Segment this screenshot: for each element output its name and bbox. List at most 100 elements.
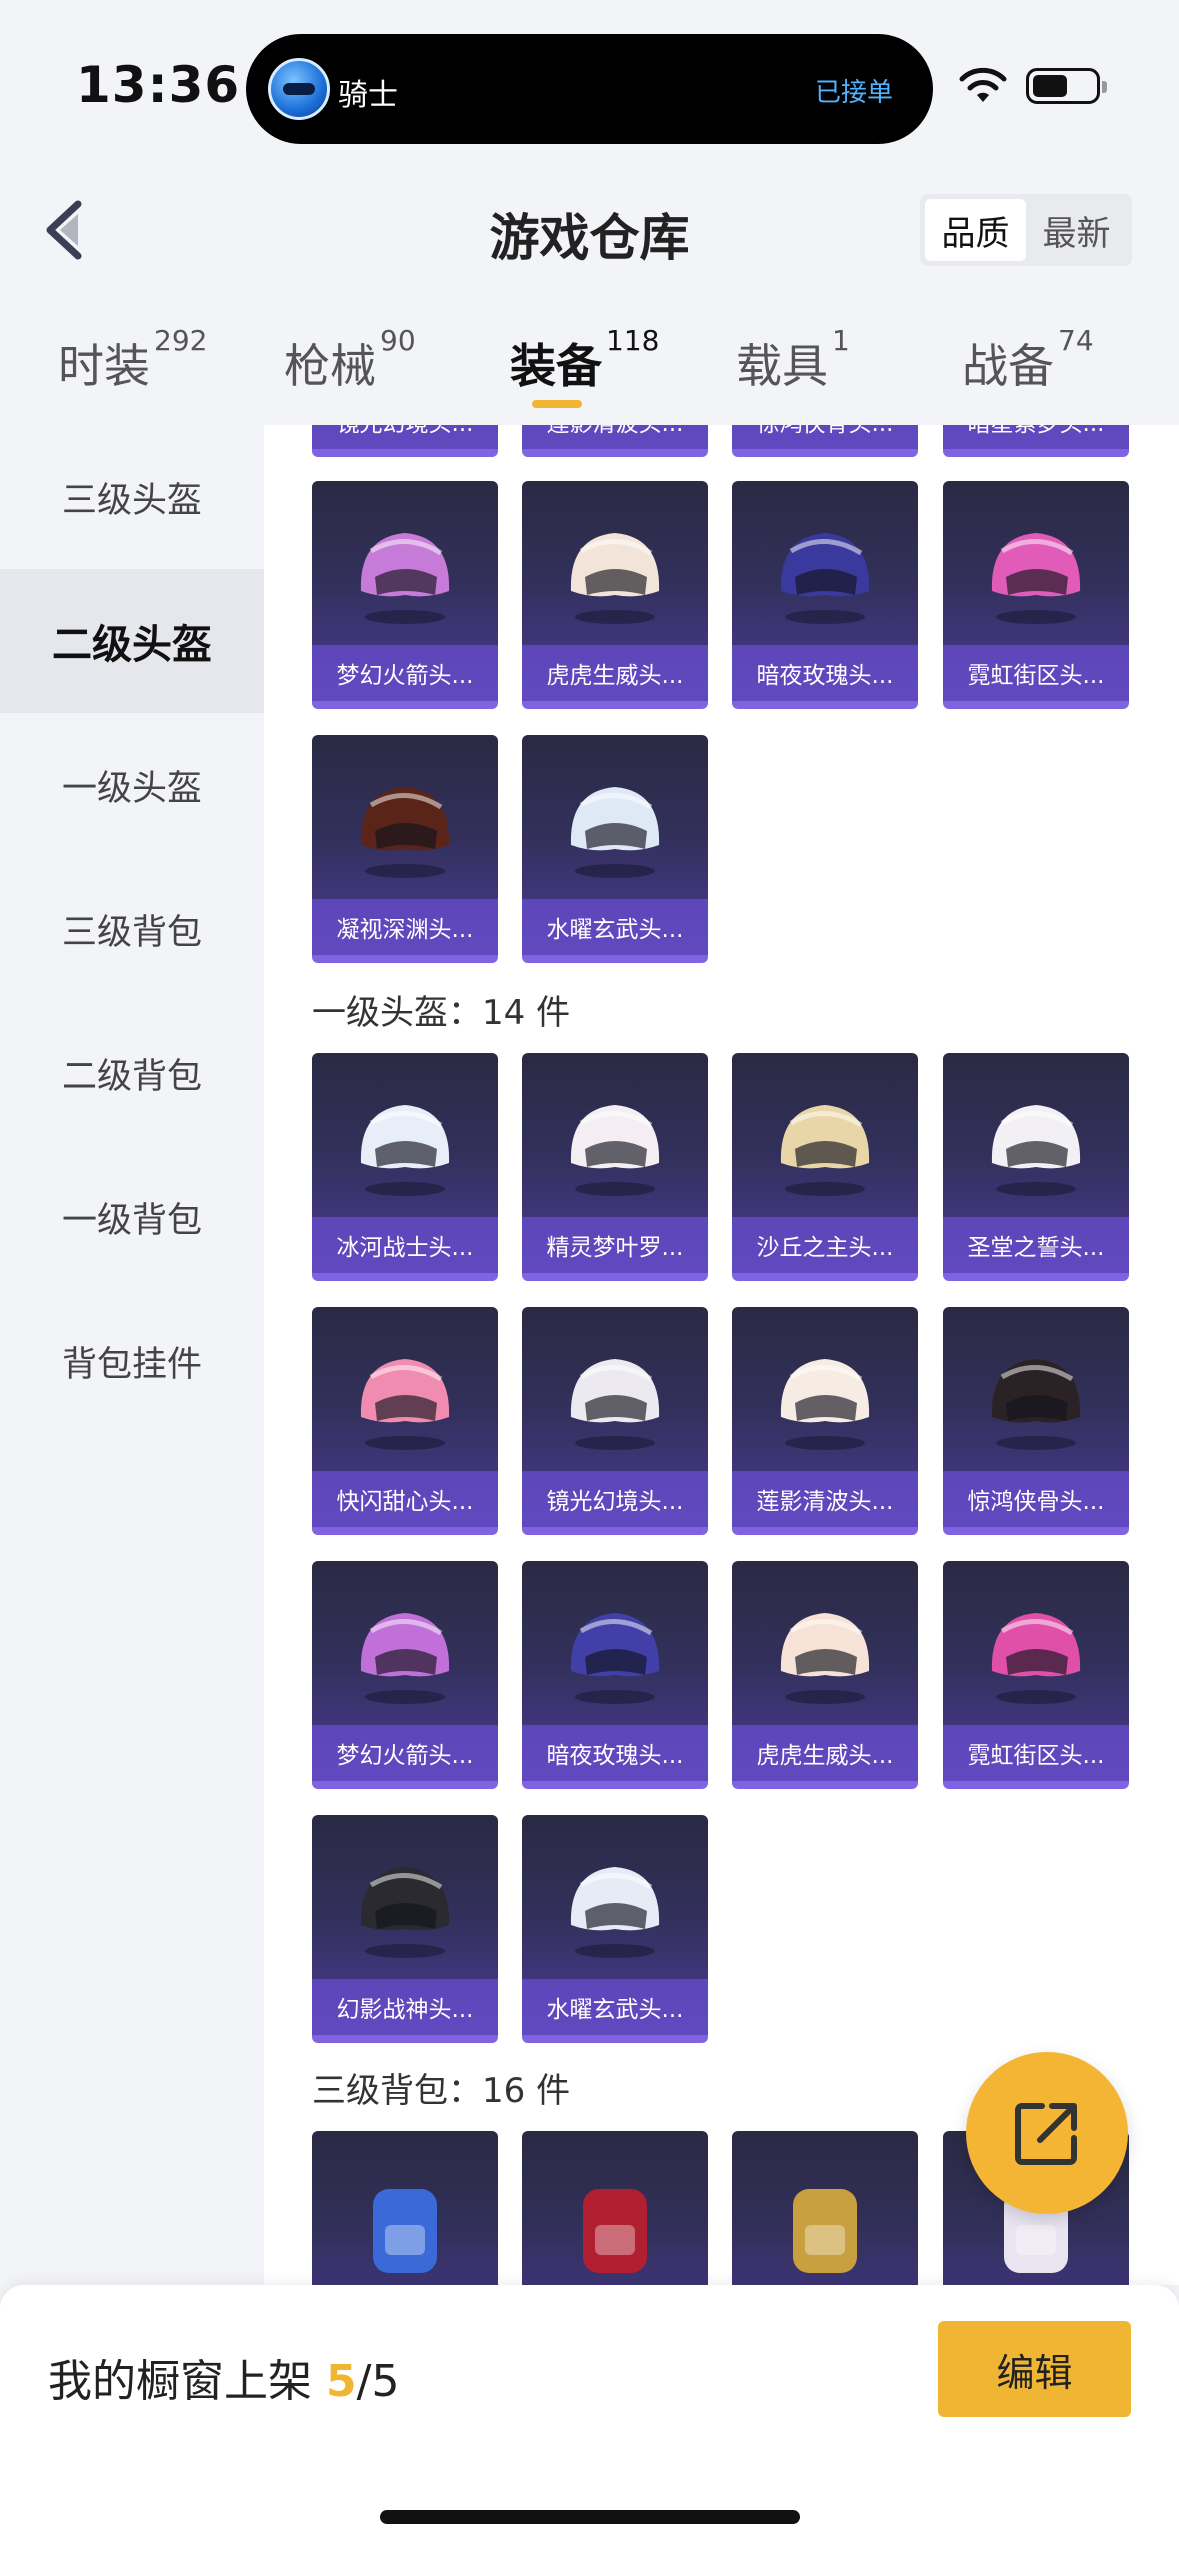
tab-supplies[interactable]: 战备 74 [962, 324, 1094, 396]
item-card-label: 水曜玄武头... [522, 1979, 708, 2035]
item-card-label: 镜光幻境头... [522, 1471, 708, 1527]
share-button[interactable] [966, 2052, 1128, 2214]
sidebar-item-level3-helmet[interactable]: 三级头盔 [0, 425, 264, 569]
edit-button[interactable]: 编辑 [938, 2321, 1131, 2417]
item-card[interactable]: 莲影清波头... [732, 1307, 918, 1535]
helmet-icon [570, 1867, 660, 1958]
item-card[interactable]: 惊鸿侠骨头... [732, 425, 918, 457]
active-tab-indicator [532, 400, 582, 408]
sidebar-item-level2-bag[interactable]: 二级背包 [0, 1001, 264, 1145]
home-indicator [380, 2510, 800, 2524]
item-card[interactable]: 虎虎生威头... [522, 481, 708, 709]
item-card-label: 莲影清波头... [732, 1471, 918, 1527]
helmet-icon [570, 1105, 660, 1196]
item-card[interactable] [522, 2131, 708, 2285]
wifi-icon [959, 67, 1007, 102]
helmet-icon [360, 533, 450, 624]
helmet-icon [991, 1359, 1081, 1450]
tab-equipment[interactable]: 装备 118 [510, 324, 659, 396]
item-card-label: 莲影清波头... [522, 425, 708, 449]
item-card[interactable]: 莲影清波头... [522, 425, 708, 457]
item-card-label: 虎虎生威头... [522, 645, 708, 701]
item-card-label: 暗夜玫瑰头... [522, 1725, 708, 1781]
helmet-icon [360, 1105, 450, 1196]
sidebar-item-level3-bag[interactable]: 三级背包 [0, 857, 264, 1001]
sidebar-item-level2-helmet[interactable]: 二级头盔 [0, 569, 264, 713]
tab-fashion[interactable]: 时装 292 [58, 324, 207, 396]
item-card[interactable]: 梦幻火箭头... [312, 481, 498, 709]
item-card-label: 水曜玄武头... [522, 899, 708, 955]
shelf-status: 我的橱窗上架 5/5 [48, 2356, 400, 2407]
dynamic-island[interactable]: 骑士 已接单 [246, 34, 933, 144]
helmet-icon [360, 787, 450, 878]
sort-quality-button[interactable]: 品质 [925, 199, 1026, 261]
item-card[interactable]: 暗夜玫瑰头... [732, 481, 918, 709]
item-card-label: 精灵梦叶罗... [522, 1217, 708, 1273]
item-card[interactable]: 快闪甜心头... [312, 1307, 498, 1535]
rider-avatar-icon [268, 58, 330, 120]
sidebar-item-bag-charm[interactable]: 背包挂件 [0, 1289, 264, 1433]
item-card-label: 镜光幻境头... [312, 425, 498, 449]
item-card[interactable]: 梦幻火箭头... [312, 1561, 498, 1789]
item-card[interactable]: 惊鸿侠骨头... [943, 1307, 1129, 1535]
item-card[interactable] [732, 2131, 918, 2285]
sidebar: 三级头盔 二级头盔 一级头盔 三级背包 二级背包 一级背包 背包挂件 [0, 425, 264, 2285]
item-card-label: 惊鸿侠骨头... [943, 1471, 1129, 1527]
item-card[interactable]: 霓虹街区头... [943, 481, 1129, 709]
item-card[interactable]: 冰河战士头... [312, 1053, 498, 1281]
helmet-icon [360, 1359, 450, 1450]
item-card[interactable]: 虎虎生威头... [732, 1561, 918, 1789]
section-title-level1-helmet: 一级头盔：14 件 [312, 993, 571, 1033]
item-card[interactable]: 暗星索梦头... [943, 425, 1129, 457]
helmet-icon [360, 1867, 450, 1958]
sidebar-item-level1-helmet[interactable]: 一级头盔 [0, 713, 264, 857]
helmet-icon [570, 533, 660, 624]
backpack-icon [793, 2189, 857, 2273]
item-card-label: 暗星索梦头... [943, 425, 1129, 449]
item-card[interactable]: 水曜玄武头... [522, 1815, 708, 2043]
item-card[interactable]: 镜光幻境头... [522, 1307, 708, 1535]
tab-vehicles[interactable]: 载具 1 [736, 324, 850, 396]
sidebar-item-level1-bag[interactable]: 一级背包 [0, 1145, 264, 1289]
shelf-count: 5 [326, 2356, 357, 2407]
item-card[interactable]: 水曜玄武头... [522, 735, 708, 963]
item-card[interactable]: 镜光幻境头... [312, 425, 498, 457]
share-icon [1015, 2103, 1077, 2165]
item-card[interactable]: 凝视深渊头... [312, 735, 498, 963]
item-card-label: 惊鸿侠骨头... [732, 425, 918, 449]
tab-guns[interactable]: 枪械 90 [284, 324, 416, 396]
item-card-label: 虎虎生威头... [732, 1725, 918, 1781]
item-card[interactable]: 精灵梦叶罗... [522, 1053, 708, 1281]
helmet-icon [991, 1613, 1081, 1704]
item-card[interactable]: 沙丘之主头... [732, 1053, 918, 1281]
item-card-label: 快闪甜心头... [312, 1471, 498, 1527]
item-card[interactable]: 幻影战神头... [312, 1815, 498, 2043]
item-card-label: 霓虹街区头... [943, 1725, 1129, 1781]
helmet-icon [780, 533, 870, 624]
item-card-label: 暗夜玫瑰头... [732, 645, 918, 701]
item-card-label: 梦幻火箭头... [312, 645, 498, 701]
helmet-icon [570, 787, 660, 878]
item-card[interactable]: 圣堂之誓头... [943, 1053, 1129, 1281]
battery-icon [1026, 68, 1107, 104]
helmet-icon [780, 1359, 870, 1450]
item-card[interactable]: 暗夜玫瑰头... [522, 1561, 708, 1789]
item-card[interactable]: 霓虹街区头... [943, 1561, 1129, 1789]
helmet-icon [360, 1613, 450, 1704]
helmet-icon [570, 1359, 660, 1450]
item-card[interactable] [312, 2131, 498, 2285]
helmet-icon [991, 533, 1081, 624]
island-name: 骑士 [338, 78, 398, 113]
item-card-label: 凝视深渊头... [312, 899, 498, 955]
item-card-label: 幻影战神头... [312, 1979, 498, 2035]
item-card-label: 沙丘之主头... [732, 1217, 918, 1273]
backpack-icon [373, 2189, 437, 2273]
sort-newest-button[interactable]: 最新 [1026, 199, 1127, 261]
item-card-label: 冰河战士头... [312, 1217, 498, 1273]
island-status: 已接单 [814, 78, 893, 108]
category-tabs: 时装 292 枪械 90 装备 118 载具 1 战备 74 [0, 300, 1179, 420]
status-bar: 13:36 骑士 已接单 [0, 0, 1179, 170]
section-title-level3-bag: 三级背包：16 件 [312, 2071, 571, 2111]
helmet-icon [780, 1613, 870, 1704]
helmet-icon [570, 1613, 660, 1704]
